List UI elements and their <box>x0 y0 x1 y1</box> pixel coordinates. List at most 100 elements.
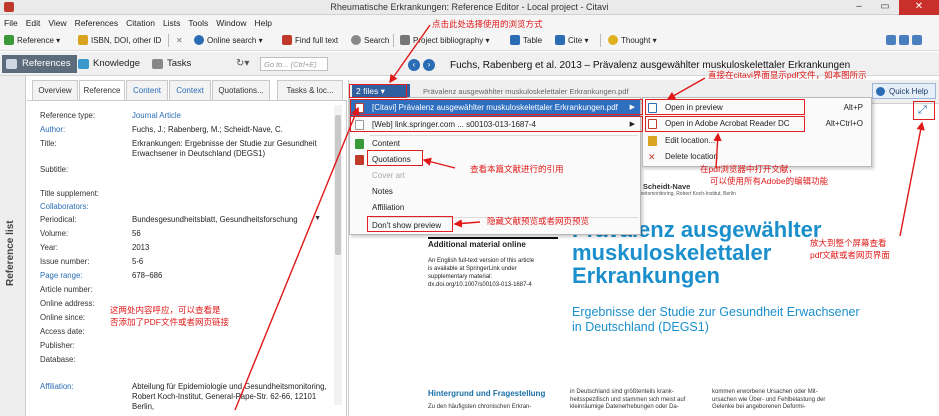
tab-tasks[interactable]: Tasks <box>150 55 191 73</box>
annotation-box-citavi-pdf <box>350 99 643 115</box>
author-field[interactable]: Fuchs, J.; Rabenberg, M.; Scheidt-Nave, … <box>132 125 332 135</box>
issue-number-field[interactable]: 5-6 <box>132 257 332 267</box>
menu-window[interactable]: Window <box>212 15 250 28</box>
back-arrow-icon[interactable]: ‹ <box>408 59 420 71</box>
menu-view[interactable]: View <box>44 15 70 28</box>
goto-input[interactable]: Go to... (Ctrl+E) <box>260 57 328 71</box>
isbn-button-label: ISBN, DOI, other ID <box>91 36 162 45</box>
pdf-body-column: Zu den häufigsten chronischen Erkran- <box>428 404 532 410</box>
minimize-button[interactable]: – <box>846 0 872 15</box>
field-label: Publisher: <box>40 341 75 350</box>
isbn-button[interactable]: ISBN, DOI, other ID <box>78 34 161 47</box>
lightbulb-icon <box>608 35 618 45</box>
menu-tools[interactable]: Tools <box>184 15 212 28</box>
wand-icon <box>78 35 88 45</box>
menu-lists[interactable]: Lists <box>159 15 184 28</box>
menu-item-affiliation[interactable]: Affiliation <box>350 200 640 216</box>
field-label[interactable]: Page range: <box>40 271 130 281</box>
tab-context[interactable]: Context <box>169 80 211 100</box>
volume-field[interactable]: 56 <box>132 229 332 239</box>
table-label: Table <box>523 36 543 45</box>
page-range-field[interactable]: 678–686 <box>132 271 332 281</box>
quotations-icon <box>355 155 364 165</box>
title-field[interactable]: Erkrankungen: Ergebnisse der Studie zur … <box>132 139 332 159</box>
pencil-icon <box>648 136 657 146</box>
menu-citation[interactable]: Citation <box>122 15 159 28</box>
delete-icon: ✕ <box>648 152 656 162</box>
menu-item-edit-location[interactable]: Edit location... <box>643 133 871 149</box>
menu-item-notes[interactable]: Notes <box>350 184 640 200</box>
field-label[interactable]: Author: <box>40 125 130 135</box>
references-icon <box>6 59 17 69</box>
field-label: Periodical: <box>40 215 77 224</box>
tab-tasks-locations[interactable]: Tasks & loc... <box>277 80 343 100</box>
reference-list-label: Reference list <box>5 220 16 286</box>
scrollbar-thumb[interactable] <box>335 115 341 255</box>
layout-icons[interactable] <box>886 34 925 47</box>
year-field[interactable]: 2013 <box>132 243 332 253</box>
tab-overview[interactable]: Overview <box>32 80 78 100</box>
cite-button[interactable]: Cite ▾ <box>555 34 588 47</box>
search-label: Search <box>364 36 390 45</box>
field-label[interactable]: Collaborators: <box>40 202 130 212</box>
maximize-button[interactable]: ▭ <box>872 0 898 15</box>
online-search-button[interactable]: Online search ▾ <box>194 34 263 47</box>
find-full-text-button[interactable]: Find full text <box>282 34 338 47</box>
periodical-field[interactable]: Bundesgesundheitsblatt, Gesundheitsforsc… <box>132 215 332 225</box>
history-icon[interactable]: ↻▾ <box>236 58 249 69</box>
tab-quotations[interactable]: Quotations... <box>212 80 270 100</box>
table-button[interactable]: Table <box>510 34 542 47</box>
menu-file[interactable]: File <box>0 15 22 28</box>
editor-tabs: Overview Reference Content Context Quota… <box>27 80 347 100</box>
pdf-search-icon <box>282 35 292 45</box>
annotation-hide-preview: 隐藏文献预览或者网页预览 <box>487 216 590 226</box>
project-bibliography-button[interactable]: Project bibliography ▾ <box>400 34 490 47</box>
tab-reference[interactable]: Reference <box>79 80 125 100</box>
annotation-quotations: 查看本篇文献进行的引用 <box>470 164 564 174</box>
thought-button[interactable]: Thought ▾ <box>608 34 657 47</box>
delete-button[interactable]: ✕ <box>176 34 183 47</box>
quick-help-label: Quick Help <box>889 87 929 96</box>
fields-scrollbar[interactable] <box>334 105 342 405</box>
quick-help-button[interactable]: Quick Help <box>872 83 936 99</box>
close-button[interactable]: ✕ <box>899 0 939 15</box>
reference-list-sidebar[interactable]: Reference list <box>0 76 26 416</box>
affiliation-field[interactable]: Abteilung für Epidemiologie und Gesundhe… <box>132 382 332 412</box>
additional-material-box: Additional material online An English fu… <box>428 237 558 299</box>
field-label: Volume: <box>40 229 69 238</box>
menu-help[interactable]: Help <box>251 15 276 28</box>
field-label: Reference type: <box>40 111 96 120</box>
annotation-box-quotations <box>367 150 423 166</box>
tab-references-label: References <box>22 58 71 69</box>
knowledge-icon <box>78 59 89 69</box>
tab-references[interactable]: References <box>2 55 77 73</box>
toolbar-divider <box>168 34 169 47</box>
add-reference-icon <box>4 35 14 45</box>
layout-left-icon <box>886 35 896 45</box>
reference-button[interactable]: Reference ▾ <box>4 34 60 47</box>
attached-pdf-name: Prävalenz ausgewählter muskuloskelettale… <box>423 87 629 96</box>
layout-right-icon <box>912 35 922 45</box>
forward-arrow-icon[interactable]: › <box>423 59 435 71</box>
reference-fields-panel: Reference type: Journal Article Author: Fu… <box>27 100 347 416</box>
menu-item-delete-location[interactable]: ✕ Delete location <box>643 149 871 165</box>
reference-type-value[interactable]: Journal Article <box>132 111 332 121</box>
help-icon <box>876 87 885 96</box>
menu-references[interactable]: References <box>71 15 122 28</box>
search-button[interactable]: Search <box>351 34 389 47</box>
toolbar-divider <box>600 34 601 47</box>
layout-center-icon <box>899 35 909 45</box>
pdf-body-column: kommen erworbene Ursachen oder Mit-ursac… <box>712 389 826 410</box>
pdf-title-line: muskuloskelettaler <box>572 240 772 265</box>
tab-knowledge[interactable]: Knowledge <box>76 55 140 73</box>
field-label: Title supplement: <box>40 189 100 198</box>
menu-edit[interactable]: Edit <box>22 15 45 28</box>
field-label: Subtitle: <box>40 165 69 174</box>
tab-content[interactable]: Content <box>126 80 168 100</box>
periodical-dropdown-icon[interactable]: ▼ <box>314 215 321 222</box>
pdf-title-line: Erkrankungen <box>572 263 720 288</box>
field-label: Article number: <box>40 285 93 294</box>
tab-knowledge-label: Knowledge <box>93 58 141 69</box>
field-label[interactable]: Affiliation: <box>40 382 130 392</box>
annotation-box-files <box>349 84 407 98</box>
